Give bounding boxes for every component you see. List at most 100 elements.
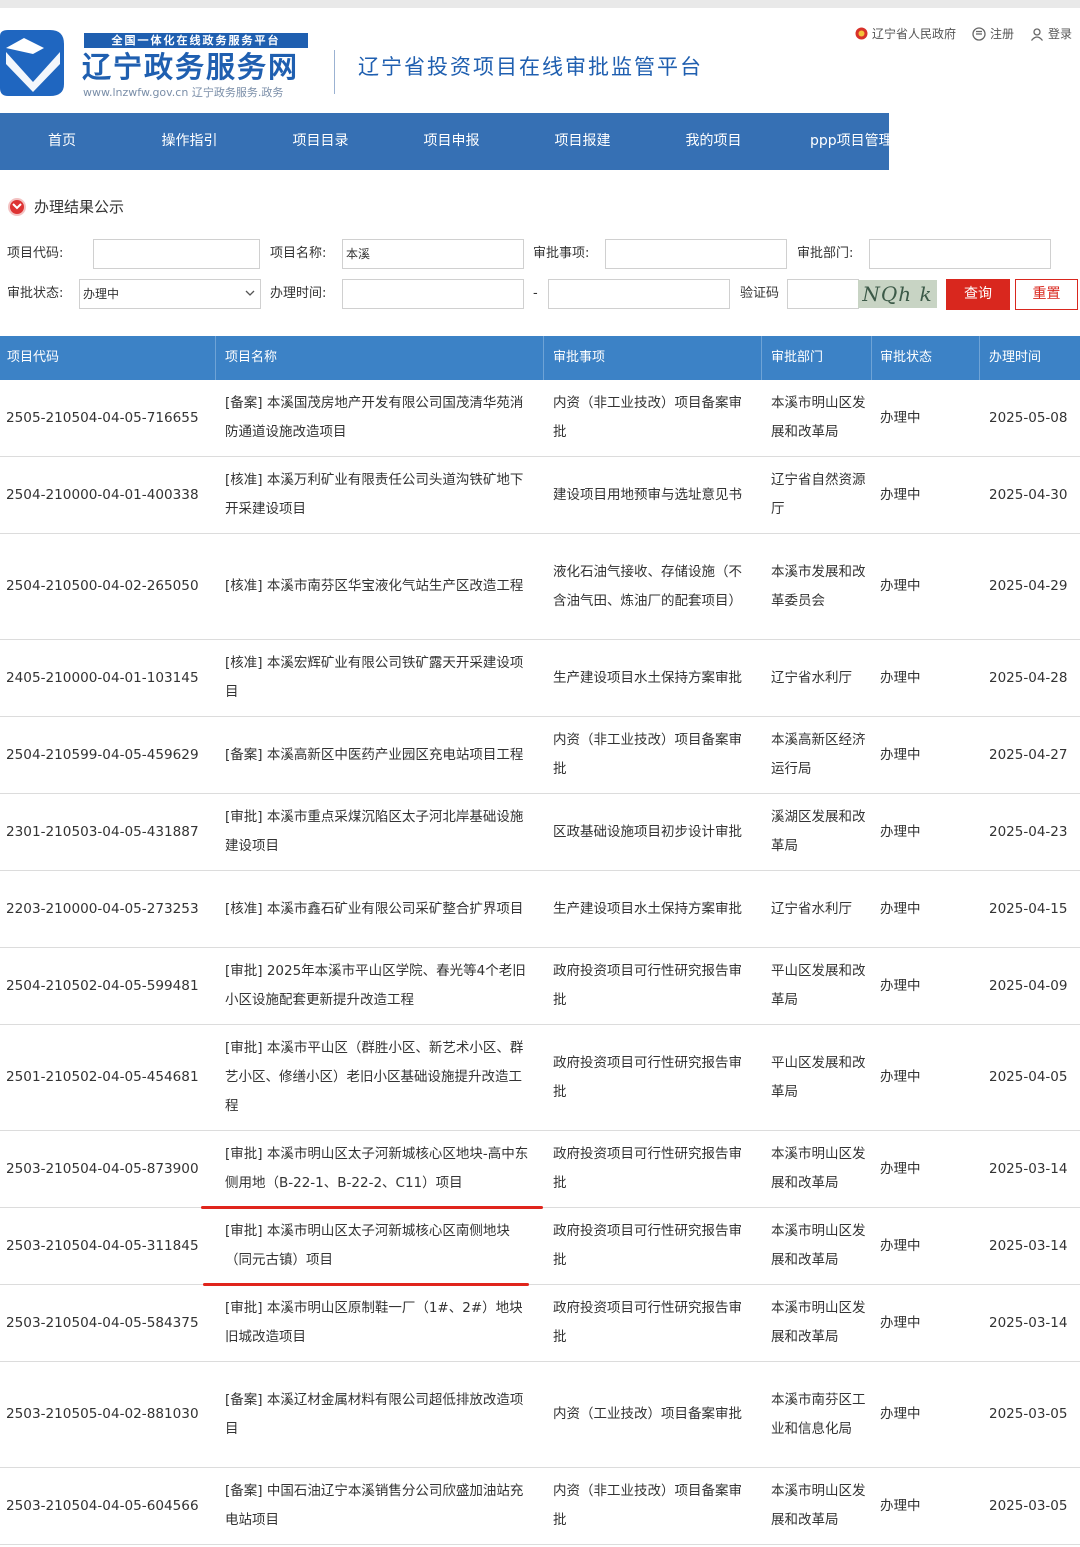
query-button[interactable]: 查询 bbox=[946, 279, 1010, 310]
cell-item: 生产建设项目水土保持方案审批 bbox=[553, 669, 742, 686]
table-row[interactable]: 2504-210000-04-01-400338 [核准] 本溪万利矿业有限责任… bbox=[0, 457, 1080, 534]
cell-date: 2025-04-15 bbox=[989, 900, 1068, 917]
cell-name[interactable]: [核准] 本溪宏辉矿业有限公司铁矿露天开采建设项目 bbox=[216, 639, 544, 717]
table-row[interactable]: 2503-210504-04-05-873900 [审批] 本溪市明山区太子河新… bbox=[0, 1131, 1080, 1208]
col-header-code: 项目代码 bbox=[0, 336, 216, 380]
cell-item: 政府投资项目可行性研究报告审批 bbox=[553, 1300, 742, 1345]
cell-name[interactable]: [备案] 本溪国茂房地产开发有限公司国茂清华苑消防通道设施改造项目 bbox=[216, 379, 544, 457]
table-row[interactable]: 2301-210503-04-05-431887 [审批] 本溪市重点采煤沉陷区… bbox=[0, 794, 1080, 871]
cell-status: 办理中 bbox=[880, 1069, 921, 1085]
cell-dept: 辽宁省自然资源厅 bbox=[771, 472, 866, 517]
cell-status: 办理中 bbox=[880, 900, 921, 917]
cell-item: 区政基础设施项目初步设计审批 bbox=[553, 823, 742, 840]
section-title-text: 办理结果公示 bbox=[34, 198, 125, 216]
project-code-input[interactable] bbox=[93, 239, 260, 269]
time-end-input[interactable] bbox=[548, 279, 730, 309]
cell-name[interactable]: [审批] 本溪市明山区原制鞋一厂（1#、2#）地块旧城改造项目 bbox=[216, 1284, 544, 1362]
cell-code: 2203-210000-04-05-273253 bbox=[6, 900, 199, 917]
top-links: 辽宁省人民政府 注册 登录 bbox=[839, 25, 1072, 42]
table-row[interactable]: 2504-210500-04-02-265050 [核准] 本溪市南芬区华宝液化… bbox=[0, 534, 1080, 640]
nav-item-guide[interactable]: 操作指引 bbox=[124, 113, 255, 170]
chevron-down-icon bbox=[245, 290, 255, 296]
nav-item-report[interactable]: 项目报建 bbox=[517, 113, 648, 170]
section-title: 办理结果公示 bbox=[8, 196, 124, 217]
cell-item: 内资（工业技改）项目备案审批 bbox=[553, 1406, 742, 1422]
cell-status: 办理中 bbox=[880, 486, 921, 503]
site-name[interactable]: 辽宁政务服务网 bbox=[82, 48, 299, 86]
cell-name[interactable]: [核准] 本溪市南芬区华宝液化气站生产区改造工程 bbox=[216, 562, 544, 611]
table-row[interactable]: 2203-210000-04-05-273253 [核准] 本溪市鑫石矿业有限公… bbox=[0, 871, 1080, 948]
captcha-image[interactable]: NQh k bbox=[858, 280, 937, 308]
reset-button[interactable]: 重置 bbox=[1015, 279, 1078, 310]
project-name-input[interactable]: 本溪 bbox=[342, 239, 524, 269]
cell-code: 2501-210502-04-05-454681 bbox=[6, 1069, 199, 1085]
cell-name[interactable]: [审批] 本溪市平山区（群胜小区、新艺术小区、群艺小区、修缮小区）老旧小区基础设… bbox=[216, 1024, 544, 1131]
cell-item: 政府投资项目可行性研究报告审批 bbox=[553, 1054, 742, 1100]
cell-item: 内资（非工业技改）项目备案审批 bbox=[553, 732, 742, 777]
site-url: www.lnzwfw.gov.cn 辽宁政务服务.政务 bbox=[83, 86, 284, 99]
table-row[interactable]: 2503-210504-04-05-584375 [审批] 本溪市明山区原制鞋一… bbox=[0, 1285, 1080, 1362]
table-row[interactable]: 2503-210504-04-05-604566 [备案] 中国石油辽宁本溪销售… bbox=[0, 1468, 1080, 1545]
cell-item: 政府投资项目可行性研究报告审批 bbox=[553, 963, 742, 1008]
cell-date: 2025-03-14 bbox=[989, 1237, 1068, 1254]
cell-status: 办理中 bbox=[880, 669, 921, 686]
cell-item: 政府投资项目可行性研究报告审批 bbox=[553, 1146, 742, 1191]
cell-name[interactable]: [审批] 本溪市明山区太子河新城核心区南侧地块（同元古镇）项目 bbox=[216, 1207, 544, 1285]
cell-code: 2405-210000-04-01-103145 bbox=[6, 669, 199, 686]
cell-item: 建设项目用地预审与选址意见书 bbox=[553, 486, 742, 503]
col-header-name: 项目名称 bbox=[216, 336, 544, 380]
table-row[interactable]: 2503-210504-04-05-311845 [审批] 本溪市明山区太子河新… bbox=[0, 1208, 1080, 1285]
cell-date: 2025-03-14 bbox=[989, 1314, 1068, 1331]
table-row[interactable]: 2503-210505-04-02-881030 [备案] 本溪辽材金属材料有限… bbox=[0, 1362, 1080, 1468]
results-table: 2505-210504-04-05-716655 [备案] 本溪国茂房地产开发有… bbox=[0, 380, 1080, 1545]
cell-status: 办理中 bbox=[880, 823, 921, 840]
nav-item-declare[interactable]: 项目申报 bbox=[386, 113, 517, 170]
cell-name[interactable]: [核准] 本溪市鑫石矿业有限公司采矿整合扩界项目 bbox=[216, 885, 544, 934]
cell-date: 2025-04-27 bbox=[989, 746, 1068, 763]
cell-status: 办理中 bbox=[880, 1314, 921, 1331]
nav-item-catalog[interactable]: 项目目录 bbox=[255, 113, 386, 170]
register-link[interactable]: 注册 bbox=[972, 25, 1014, 42]
nav-item-ppp[interactable]: ppp项目管理 bbox=[779, 113, 889, 170]
status-select-value: 办理中 bbox=[83, 287, 120, 301]
red-underline-annotation bbox=[203, 1283, 529, 1286]
cell-name[interactable]: [备案] 中国石油辽宁本溪销售分公司欣盛加油站充电站项目 bbox=[216, 1467, 544, 1545]
cell-name[interactable]: [备案] 本溪辽材金属材料有限公司超低排放改造项目 bbox=[216, 1376, 544, 1454]
table-row[interactable]: 2405-210000-04-01-103145 [核准] 本溪宏辉矿业有限公司… bbox=[0, 640, 1080, 717]
cell-name[interactable]: [核准] 本溪万利矿业有限责任公司头道沟铁矿地下开采建设项目 bbox=[216, 456, 544, 534]
captcha-input[interactable] bbox=[787, 279, 859, 309]
table-row[interactable]: 2505-210504-04-05-716655 [备案] 本溪国茂房地产开发有… bbox=[0, 380, 1080, 457]
gov-link-label: 辽宁省人民政府 bbox=[871, 27, 956, 41]
cell-code: 2301-210503-04-05-431887 bbox=[6, 823, 199, 840]
nav-item-home[interactable]: 首页 bbox=[0, 113, 124, 170]
site-logo-icon[interactable] bbox=[0, 26, 66, 98]
cell-code: 2504-210502-04-05-599481 bbox=[6, 977, 199, 994]
cell-name[interactable]: [审批] 本溪市重点采煤沉陷区太子河北岸基础设施建设项目 bbox=[216, 793, 544, 871]
chevron-down-circle-icon bbox=[8, 197, 26, 216]
cell-code: 2504-210000-04-01-400338 bbox=[6, 486, 199, 503]
cell-name[interactable]: [审批] 本溪市明山区太子河新城核心区地块-高中东侧用地（B-22-1、B-22… bbox=[216, 1130, 544, 1208]
approval-item-input[interactable] bbox=[605, 239, 787, 269]
nav-item-my-projects[interactable]: 我的项目 bbox=[648, 113, 779, 170]
table-row[interactable]: 2504-210502-04-05-599481 [审批] 2025年本溪市平山… bbox=[0, 948, 1080, 1025]
cell-date: 2025-04-09 bbox=[989, 977, 1068, 994]
cell-item: 生产建设项目水土保持方案审批 bbox=[553, 900, 742, 917]
cell-date: 2025-04-29 bbox=[989, 578, 1068, 594]
cell-dept: 本溪市明山区发展和改革局 bbox=[771, 1300, 866, 1345]
approval-dept-label: 审批部门: bbox=[797, 246, 854, 261]
gov-link[interactable]: 辽宁省人民政府 bbox=[855, 25, 956, 42]
time-start-input[interactable] bbox=[342, 279, 524, 309]
register-icon bbox=[972, 26, 986, 41]
login-link[interactable]: 登录 bbox=[1030, 25, 1072, 42]
cell-dept: 本溪市发展和改革委员会 bbox=[771, 563, 866, 609]
cell-status: 办理中 bbox=[880, 1237, 921, 1254]
status-select[interactable]: 办理中 bbox=[79, 279, 261, 309]
cell-name[interactable]: [备案] 本溪高新区中医药产业园区充电站项目工程 bbox=[216, 731, 544, 780]
cell-name[interactable]: [审批] 2025年本溪市平山区学院、春光等4个老旧小区设施配套更新提升改造工程 bbox=[216, 947, 544, 1025]
cell-dept: 本溪市南芬区工业和信息化局 bbox=[771, 1391, 866, 1437]
cell-code: 2504-210599-04-05-459629 bbox=[6, 746, 199, 763]
cell-date: 2025-05-08 bbox=[989, 409, 1068, 426]
table-row[interactable]: 2501-210502-04-05-454681 [审批] 本溪市平山区（群胜小… bbox=[0, 1025, 1080, 1131]
table-row[interactable]: 2504-210599-04-05-459629 [备案] 本溪高新区中医药产业… bbox=[0, 717, 1080, 794]
approval-dept-input[interactable] bbox=[869, 239, 1051, 269]
